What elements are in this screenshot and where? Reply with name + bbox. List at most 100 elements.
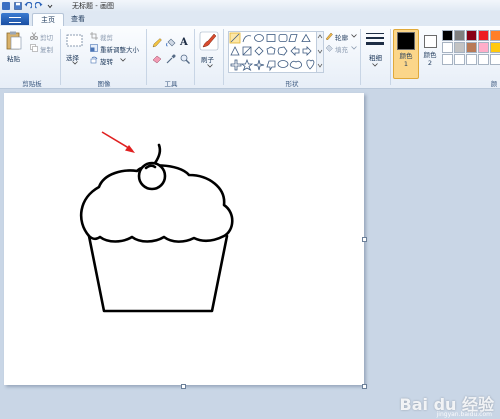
crop-icon xyxy=(90,32,98,40)
redo-icon[interactable] xyxy=(34,1,43,10)
crop-button[interactable]: 裁剪 xyxy=(90,31,130,42)
palette-swatch[interactable] xyxy=(442,30,453,41)
resize-icon xyxy=(90,44,98,52)
brushes-dropdown-icon xyxy=(207,64,213,68)
palette-swatch[interactable] xyxy=(442,54,453,65)
eraser-icon xyxy=(152,55,162,64)
color-2-swatch xyxy=(424,35,437,48)
rotate-button[interactable]: 旋转 xyxy=(90,55,130,66)
crop-label: 裁剪 xyxy=(100,34,113,42)
paste-label: 粘贴 xyxy=(7,55,20,63)
magnifier-tool[interactable] xyxy=(180,54,190,64)
cut-button[interactable]: 剪切 xyxy=(30,31,60,42)
scroll-arrows-icon xyxy=(317,34,323,68)
fill-dropdown-icon xyxy=(351,46,357,50)
clipboard-group-label: 剪贴板 xyxy=(22,80,42,88)
size-dropdown-icon xyxy=(372,63,378,67)
fill-button[interactable]: 填充 xyxy=(325,43,359,54)
paint-menu-button[interactable] xyxy=(1,13,29,25)
rotate-dropdown-icon xyxy=(120,58,126,62)
select-dropdown-icon xyxy=(72,61,78,65)
group-divider xyxy=(390,29,391,85)
group-divider xyxy=(223,29,224,85)
resize-handle-right[interactable] xyxy=(362,237,367,242)
palette-swatch[interactable] xyxy=(490,30,500,41)
paste-icon xyxy=(6,31,22,50)
paste-button[interactable]: 粘贴 xyxy=(5,31,25,67)
drawing-canvas[interactable] xyxy=(4,93,364,385)
cut-label: 剪切 xyxy=(40,34,53,42)
group-divider xyxy=(360,29,361,85)
palette-swatch[interactable] xyxy=(466,30,477,41)
customize-toolbar-chevron-icon[interactable] xyxy=(46,2,54,10)
color-2-label: 颜色 2 xyxy=(423,51,437,67)
paint-app-icon[interactable] xyxy=(2,2,10,10)
resize-button[interactable]: 重新调整大小 xyxy=(90,43,146,54)
select-button[interactable]: 选择 xyxy=(66,34,86,70)
group-divider xyxy=(60,29,61,85)
shapes-scroll[interactable] xyxy=(316,31,324,73)
copy-button[interactable]: 复制 xyxy=(30,43,60,54)
image-group-label: 图像 xyxy=(97,80,111,88)
watermark-url: jingyan.baidu.com xyxy=(436,411,492,418)
brush-icon xyxy=(199,31,219,51)
tab-home[interactable]: 主页 xyxy=(32,13,64,27)
palette-swatch[interactable] xyxy=(490,54,500,65)
outline-dropdown-icon xyxy=(351,34,357,38)
fill-label: 填充 xyxy=(335,46,348,54)
color-1-label: 颜色 1 xyxy=(399,52,413,68)
color-palette xyxy=(442,30,500,70)
ribbon-tab-bar: 主页 查看 xyxy=(0,12,500,27)
palette-swatch[interactable] xyxy=(466,54,477,65)
resize-label: 重新调整大小 xyxy=(100,46,139,54)
fill-tool[interactable] xyxy=(166,38,176,48)
palette-swatch[interactable] xyxy=(466,42,477,53)
size-button[interactable]: 粗细 xyxy=(364,31,386,75)
select-rectangle-icon xyxy=(66,34,83,47)
shapes-group-label: 形状 xyxy=(285,80,299,88)
tools-group-label: 工具 xyxy=(164,80,178,88)
pencil-tool[interactable] xyxy=(152,38,162,48)
color-1-button[interactable]: 颜色 1 xyxy=(393,29,419,79)
color-2-button[interactable]: 颜色 2 xyxy=(420,29,440,77)
size-label: 粗细 xyxy=(369,54,382,62)
brushes-button[interactable]: 刷子 xyxy=(199,31,221,73)
fill-bucket-icon xyxy=(166,38,176,47)
resize-handle-corner[interactable] xyxy=(362,384,367,389)
rotate-icon xyxy=(90,56,98,64)
shapes-gallery[interactable] xyxy=(228,31,318,73)
outline-label: 轮廓 xyxy=(335,34,348,42)
brushes-label: 刷子 xyxy=(201,56,214,64)
palette-swatch[interactable] xyxy=(454,42,465,53)
cupcake-drawing xyxy=(79,131,234,313)
outline-button[interactable]: 轮廓 xyxy=(325,31,359,42)
palette-swatch[interactable] xyxy=(442,42,453,53)
undo-icon[interactable] xyxy=(24,1,33,10)
eraser-tool[interactable] xyxy=(152,54,162,64)
magnifier-icon xyxy=(180,54,190,64)
palette-swatch[interactable] xyxy=(454,30,465,41)
fill-icon xyxy=(325,44,333,52)
palette-swatch[interactable] xyxy=(490,42,500,53)
text-icon: A xyxy=(180,37,188,48)
copy-icon xyxy=(30,44,38,52)
color-1-swatch xyxy=(397,32,415,50)
palette-swatch[interactable] xyxy=(478,54,489,65)
group-divider xyxy=(194,29,195,85)
palette-swatch[interactable] xyxy=(454,54,465,65)
canvas-workspace[interactable]: Bai du 经验 jingyan.baidu.com xyxy=(0,89,500,419)
palette-swatch[interactable] xyxy=(478,30,489,41)
rotate-label: 旋转 xyxy=(100,58,113,66)
color-picker-tool[interactable] xyxy=(166,54,176,64)
menu-icon xyxy=(9,17,21,23)
save-icon[interactable] xyxy=(14,2,22,10)
eyedropper-icon xyxy=(166,54,176,64)
resize-handle-bottom[interactable] xyxy=(181,384,186,389)
outline-icon xyxy=(325,32,333,40)
text-tool[interactable]: A xyxy=(180,37,190,48)
window-title: 无标题 - 画图 xyxy=(72,2,114,10)
palette-swatch[interactable] xyxy=(478,42,489,53)
tab-view[interactable]: 查看 xyxy=(66,13,90,26)
scissors-icon xyxy=(30,32,38,40)
group-divider xyxy=(146,29,147,85)
